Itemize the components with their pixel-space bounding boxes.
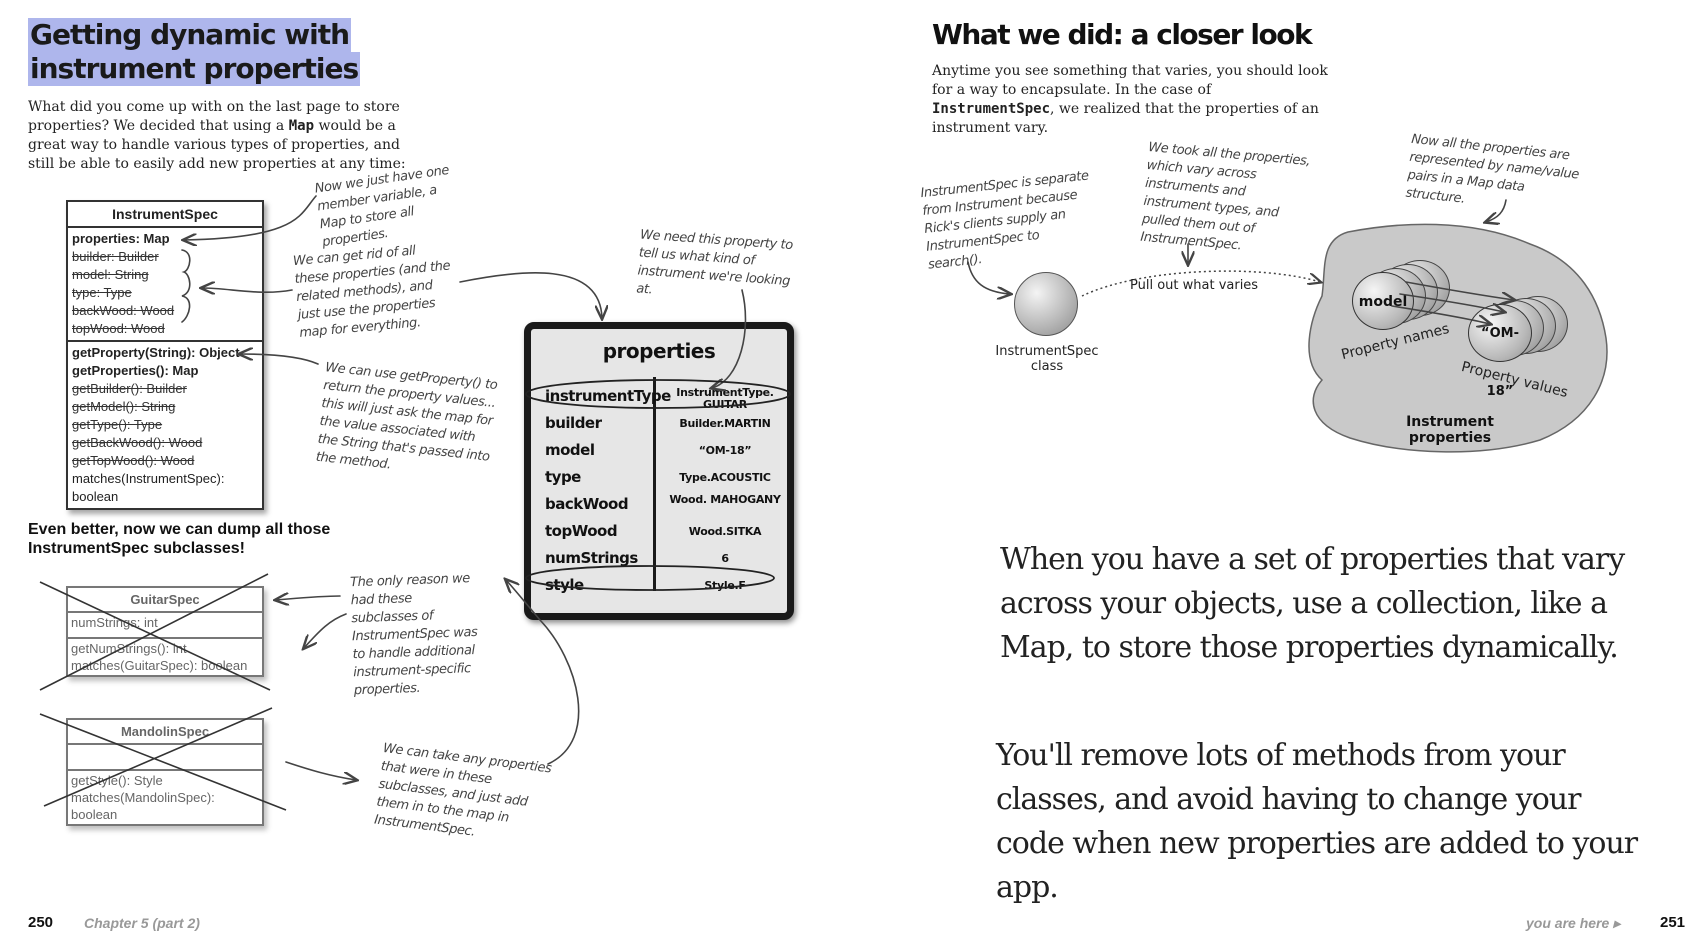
property-value: 6 [721,552,729,565]
uml-method: getType(): Type [72,417,163,432]
property-value: InstrumentType. GUITAR [676,386,774,411]
property-key: numStrings [545,549,638,567]
note-get-property: We can use getProperty() to return the p… [315,360,499,473]
note-took-all: We took all the properties, which vary a… [1139,140,1311,254]
property-values-label: Property values [1459,359,1570,401]
you-are-here-label: you are here ▸ [1526,915,1621,931]
even-better-heading: Even better, now we can dump all those I… [28,520,330,558]
uml-attribute: type: Type [72,285,132,300]
instrumentspec-class-label: InstrumentSpec class [984,344,1110,374]
right-intro-text: Anytime you see something that varies, y… [932,63,1328,98]
note-get-rid: We can get rid of all these properties (… [292,243,451,341]
property-row: builder Builder.MARTIN [545,412,785,438]
property-value: Wood.SITKA [688,525,762,538]
big-statement-remove-methods: You'll remove lots of methods from your … [996,738,1638,905]
class-label-line-2: class [1030,359,1064,374]
uml-attribute: model: String [72,267,149,282]
instrumentspec-class-sphere [1014,272,1078,336]
note-take-any: We can take any properties that were in … [373,740,553,840]
pull-out-label: Pull out what varies [1130,278,1259,293]
uml-method: getModel(): String [72,399,176,414]
property-value: Type.ACOUSTIC [679,471,771,484]
instrument-properties-caption: Instrument properties [1406,414,1494,446]
uml-methods: getStyle(): Style matches(MandolinSpec):… [68,769,262,824]
uml-attribute: topWood: Wood [72,321,165,336]
guitarspec-uml: GuitarSpec numStrings: int getNumStrings… [66,586,264,677]
uml-method: getBackWood(): Wood [72,435,203,450]
property-row: backWood Wood. MAHOGANY [545,493,785,519]
page-number-right: 251 [1660,914,1686,931]
uml-attributes [68,745,262,769]
uml-class-name: InstrumentSpec [68,202,262,228]
chapter-label: Chapter 5 (part 2) [84,915,200,931]
property-row: model “OM-18” [545,439,785,465]
right-intro-code: InstrumentSpec [932,101,1051,117]
big-statement-collection: When you have a set of properties that v… [1000,542,1625,665]
name-bubble-model: model [1352,272,1414,330]
instrumentspec-uml: InstrumentSpec properties: Map builder: … [66,200,264,510]
property-row: topWood Wood.SITKA [545,520,785,546]
page-number-left: 250 [28,914,54,931]
uml-method: matches(InstrumentSpec): boolean [72,471,225,504]
even-better-line-1: Even better, now we can dump all those [28,521,331,538]
uml-attribute: properties: Map [72,231,170,246]
title-line-2: instrument properties [28,52,361,86]
uml-methods: getNumStrings(): int matches(GuitarSpec)… [68,637,262,675]
property-value: Style.F [704,579,746,592]
uml-methods: getProperty(String): Object getPropertie… [68,340,262,508]
uml-attributes: properties: Map builder: Builder model: … [68,228,262,340]
properties-map-box: properties instrumentType InstrumentType… [524,322,794,620]
property-key: backWood [545,495,629,513]
page-title: Getting dynamic with instrument properti… [28,18,361,86]
class-label-line-1: InstrumentSpec [995,344,1099,359]
even-better-line-2: InstrumentSpec subclasses! [28,540,245,557]
uml-attribute: backWood: Wood [72,303,175,318]
property-row: style Style.F [545,574,785,600]
uml-method: getBuilder(): Builder [72,381,187,396]
note-now-all: Now all the properties are represented b… [1404,131,1580,207]
uml-attribute: numStrings: int [71,615,158,630]
note-only-reason: The only reason we had these subclasses … [349,571,478,699]
property-key: model [545,441,595,459]
uml-class-name: GuitarSpec [68,588,262,613]
note-separate: InstrumentSpec is separate from Instrume… [919,168,1090,273]
property-value: Wood. MAHOGANY [669,493,781,506]
property-key: instrumentType [545,387,671,405]
uml-method: getNumStrings(): int [71,641,187,656]
right-intro-paragraph: Anytime you see something that varies, y… [932,62,1332,138]
property-row: numStrings 6 [545,547,785,573]
uml-method: matches(GuitarSpec): boolean [71,658,248,673]
uml-attributes: numStrings: int [68,613,262,637]
property-row: instrumentType InstrumentType. GUITAR [545,385,785,411]
uml-method: matches(MandolinSpec): boolean [71,790,215,822]
property-key: style [545,576,584,594]
property-key: topWood [545,522,618,540]
properties-title: properties [602,339,716,363]
uml-method: getProperty(String): Object [72,345,240,360]
uml-method: getStyle(): Style [71,773,163,788]
property-value: “OM-18” [698,444,752,457]
property-key: builder [545,414,602,432]
property-row: type Type.ACOUSTIC [545,466,785,492]
uml-class-name: MandolinSpec [68,720,262,745]
uml-method: getTopWood(): Wood [72,453,195,468]
property-key: type [545,468,581,486]
note-need-property: We need this property to tell us what ki… [635,227,794,298]
title-line-1: Getting dynamic with [28,18,352,52]
intro-code: Map [288,118,315,134]
property-value: Builder.MARTIN [679,417,771,430]
uml-attribute: builder: Builder [72,249,159,264]
value-bubble-om18: “OM-18” [1468,304,1532,399]
mandolinspec-uml: MandolinSpec getStyle(): Style matches(M… [66,718,264,826]
right-page-title: What we did: a closer look [932,18,1313,51]
uml-method: getProperties(): Map [72,363,199,378]
intro-paragraph: What did you come up with on the last pa… [28,98,408,174]
